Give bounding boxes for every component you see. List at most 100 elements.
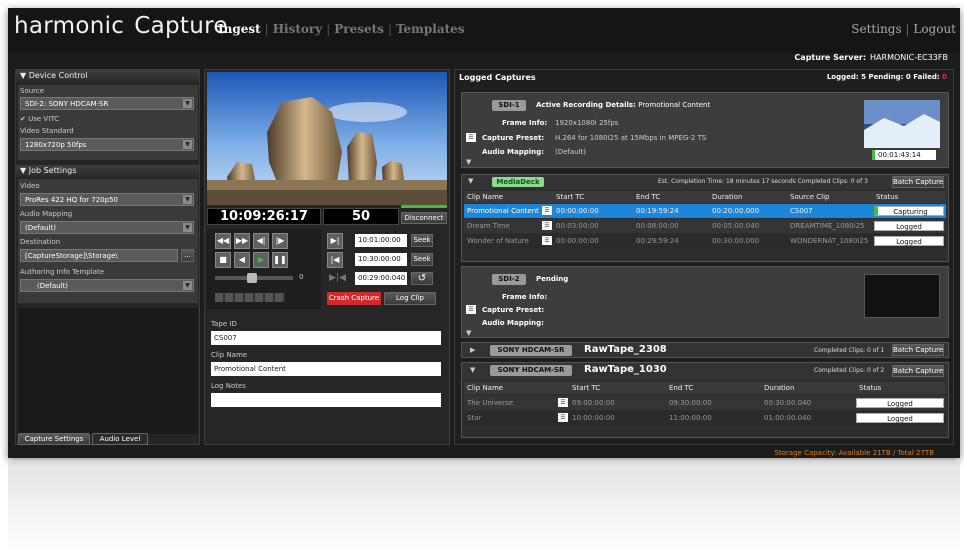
col-clip-name[interactable]: Clip Name [467, 384, 503, 392]
col-clip-name[interactable]: Clip Name [467, 193, 503, 201]
col-end-tc[interactable]: End TC [669, 384, 693, 392]
mark-in-icon[interactable]: ▶| [327, 233, 343, 249]
status-badge: Logged [856, 413, 944, 423]
frame-display: 50 [323, 208, 399, 225]
batch-capture-button[interactable]: Batch Capture [892, 176, 944, 188]
device-control-header[interactable]: ▼ Device Control [16, 70, 199, 82]
left-panel-empty [18, 308, 198, 434]
col-status[interactable]: Status [876, 193, 898, 201]
col-status[interactable]: Status [859, 384, 881, 392]
table-row[interactable]: Star ☰ 10:00:00:00 11:00:00:00 01:00:00.… [464, 411, 946, 425]
destination-field[interactable]: [CaptureStorage]\Storage\ [20, 249, 178, 262]
tape-id-input[interactable]: CS007 [211, 331, 441, 345]
undo-icon[interactable]: ↺ [411, 272, 433, 285]
main-nav: Ingest | History | Presets | Templates [218, 22, 465, 36]
brand-name: harmonic [14, 13, 125, 39]
sdi2-thumbnail [864, 274, 940, 318]
chevron-down-icon: ▼ [183, 99, 192, 108]
table-row[interactable]: Promotional Content ☰ 00:00:00:00 00:19:… [464, 204, 946, 218]
video-standard-select[interactable]: 1280x720p 50fps ▼ [20, 138, 194, 151]
pause-icon[interactable]: ❚❚ [272, 252, 288, 268]
col-start-tc[interactable]: Start TC [572, 384, 600, 392]
col-source-clip[interactable]: Source Clip [790, 193, 830, 201]
log-clip-button[interactable]: Log Clip [384, 292, 436, 305]
disconnect-button[interactable]: Disconnect [401, 212, 447, 224]
sdi1-timecode: 00:01:43:14 [872, 150, 936, 160]
chevron-down-icon: ▼ [183, 223, 192, 232]
col-start-tc[interactable]: Start TC [556, 193, 584, 201]
video-label: Video [20, 182, 40, 190]
sdi1-preset: H.264 for 1080i25 at 15Mbps in MPEG-2 TS [555, 134, 707, 142]
clip-icon: ☰ [466, 133, 476, 142]
source-select[interactable]: SDI-2: SONY HDCAM-SR ▼ [20, 97, 194, 110]
nav-presets[interactable]: Presets [334, 22, 384, 36]
tape2-batch-capture-button[interactable]: Batch Capture [892, 365, 944, 377]
audio-mapping-select[interactable]: (Default) ▼ [20, 221, 194, 234]
status-badge: Logged [874, 236, 944, 246]
duration-cell: 00:30:00.040 [764, 399, 812, 407]
col-duration[interactable]: Duration [712, 193, 742, 201]
triangle-down-icon[interactable]: ▼ [470, 366, 475, 374]
clip-name-input[interactable]: Promotional Content [211, 362, 441, 376]
device-control-body: Source SDI-2: SONY HDCAM-SR ▼ ✔ Use VITC … [18, 85, 198, 160]
mark-in-timecode[interactable]: 10:01:00:00 [355, 234, 407, 247]
sdi2-heading: Pending [536, 275, 569, 283]
audio-mapping-value: (Default) [25, 224, 57, 232]
tab-audio-level[interactable]: Audio Level [92, 433, 148, 445]
status-badge: Logged [874, 221, 944, 231]
triangle-down-icon[interactable]: ▼ [468, 177, 473, 185]
triangle-down-icon[interactable]: ▼ [466, 329, 471, 337]
fast-forward-icon[interactable]: ▶▶ [234, 233, 250, 249]
triangle-right-icon[interactable]: ▶ [470, 346, 475, 354]
product-name: Capture [134, 13, 228, 39]
window-reflection [8, 460, 960, 550]
nav-ingest[interactable]: Ingest [218, 22, 261, 36]
rewind-icon[interactable]: ◀◀ [215, 233, 231, 249]
use-vitc-checkbox[interactable]: ✔ Use VITC [20, 115, 59, 123]
logo: harmonic Capture [14, 13, 228, 39]
crash-capture-button[interactable]: Crash Capture [327, 292, 381, 305]
sdi1-heading-value: Promotional Content [638, 101, 711, 109]
seek-in-button[interactable]: Seek [411, 234, 433, 247]
authoring-template-select[interactable]: (Default) ▼ [20, 279, 194, 292]
tape1-row[interactable]: ▶ SONY HDCAM-SR RawTape_2308 Completed C… [461, 342, 949, 358]
col-end-tc[interactable]: End TC [636, 193, 660, 201]
table-row[interactable]: Wonder of Nature ☰ 00:00:00:00 00:29:59:… [464, 234, 946, 248]
nav-logout[interactable]: Logout [913, 22, 956, 36]
server-label: Capture Server: [794, 53, 867, 62]
tape1-batch-capture-button[interactable]: Batch Capture [892, 344, 944, 356]
seek-out-button[interactable]: Seek [411, 253, 433, 266]
job-settings-header[interactable]: ▼ Job Settings [16, 165, 199, 177]
nav-templates[interactable]: Templates [396, 22, 465, 36]
slider-handle[interactable] [247, 273, 257, 283]
mark-out-timecode[interactable]: 10:30:00:00 [355, 253, 407, 266]
end-tc-cell: 00:19:59:24 [636, 207, 679, 215]
tab-capture-settings[interactable]: Capture Settings [18, 433, 90, 445]
triangle-down-icon[interactable]: ▼ [466, 158, 471, 166]
video-standard-value: 1280x720p 50fps [25, 141, 87, 149]
nav-history[interactable]: History [273, 22, 323, 36]
step-forward-icon[interactable]: |▶ [272, 233, 288, 249]
sdi1-frame-info-label: Frame Info: [502, 119, 548, 127]
tape-id-label: Tape ID [211, 320, 237, 328]
step-back-icon[interactable]: ◀| [253, 233, 269, 249]
end-tc-cell: 00:29:59:24 [636, 237, 679, 245]
nav-settings[interactable]: Settings [851, 22, 901, 36]
tape2-card: ▼ SONY HDCAM-SR RawTape_1030 Completed C… [461, 362, 949, 438]
table-row[interactable]: The Universe ☰ 09:00:00:00 09:30:00:00 0… [464, 396, 946, 410]
table-row[interactable]: Dream Time ☰ 00:03:00:00 00:08:00:00 00:… [464, 219, 946, 233]
status-badge: Capturing [874, 206, 944, 216]
scrub-bar[interactable] [215, 293, 285, 302]
play-reverse-icon[interactable]: ◀ [234, 252, 250, 268]
play-icon[interactable]: ▶ [253, 252, 269, 268]
sdi1-thumbnail [864, 100, 940, 148]
browse-button[interactable]: ... [181, 249, 194, 262]
video-select[interactable]: ProRes 422 HQ for 720p50 ▼ [20, 193, 194, 206]
triangle-down-icon: ▼ [20, 166, 27, 175]
col-duration[interactable]: Duration [764, 384, 794, 392]
job-settings-body: Video ProRes 422 HQ for 720p50 ▼ Audio Ma… [18, 179, 198, 303]
stop-icon[interactable]: ■ [215, 252, 231, 268]
counts-text: Logged: 5 Pending: 0 Failed: [826, 73, 940, 81]
log-notes-input[interactable] [211, 393, 441, 407]
mark-out-icon[interactable]: |◀ [327, 252, 343, 268]
